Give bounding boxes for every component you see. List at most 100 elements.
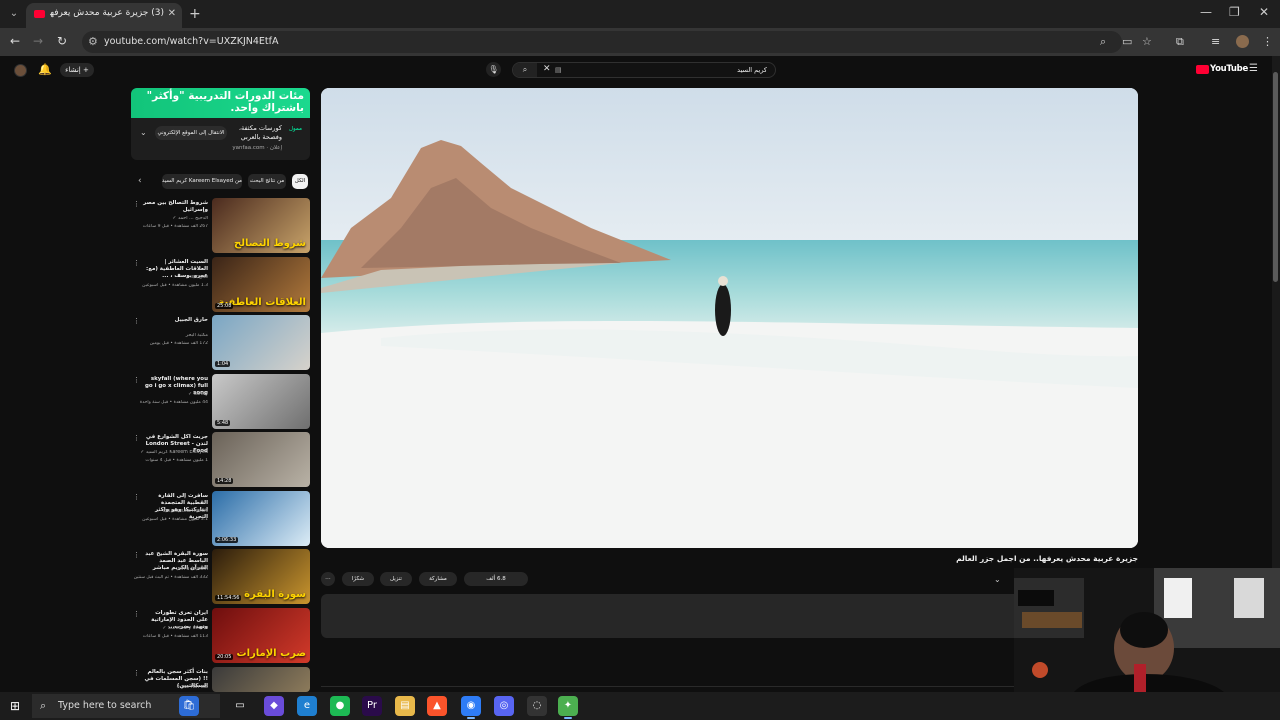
sponsored-ad[interactable]: مئات الدورات التدريبية "وأكثر" باشتراك و…	[131, 88, 310, 160]
create-button[interactable]: إنشاء +	[60, 63, 94, 77]
more-options-icon[interactable]: ⋮	[133, 200, 140, 208]
extensions-icon[interactable]: ⧉	[1176, 35, 1184, 49]
chip-all[interactable]: الكل	[292, 174, 308, 189]
tab-close-icon[interactable]: ✕	[168, 8, 176, 19]
more-options-icon[interactable]: ⋮	[133, 317, 140, 325]
recommendation-channel[interactable]: sandy ✓	[138, 392, 208, 397]
voice-search-icon[interactable]: 🎙	[486, 62, 501, 77]
more-options-icon[interactable]: ⋮	[133, 669, 140, 677]
edge-icon[interactable]: e	[297, 696, 317, 716]
discord-icon[interactable]: ◎	[494, 696, 514, 716]
more-options-icon[interactable]: ⋮	[133, 610, 140, 618]
zoom-icon[interactable]: ⌕	[1100, 35, 1106, 49]
recommendation-thumbnail[interactable]: 5:48	[212, 374, 310, 429]
recommendation-channel[interactable]: Kareem Elsayed كريم السيد ✓	[138, 450, 208, 455]
brave-icon[interactable]: ▲	[427, 696, 447, 716]
task-view-icon[interactable]: ▭	[230, 696, 250, 716]
chip-search-results[interactable]: من نتائج البحث	[248, 174, 286, 189]
recommendation-item[interactable]: 2:06:33 ⋮ سافرت إلى القارة القطبية المتجمد…	[131, 491, 311, 547]
search-icon[interactable]: ⌕	[513, 63, 537, 77]
chevron-down-icon[interactable]: ⌄	[140, 128, 147, 137]
recommendation-item[interactable]: 5:48 ⋮ skyfall (where you go i go x climax…	[131, 374, 311, 430]
recommendation-item[interactable]: سورة البقرة 11:54:56 ⋮ سورة البقرة الشيخ عب…	[131, 549, 311, 605]
more-options-icon[interactable]: ⋮	[133, 434, 140, 442]
recommendation-title[interactable]: حارق الجبيل	[142, 317, 208, 324]
description-box[interactable]	[321, 594, 1021, 638]
bookmark-star-icon[interactable]: ☆	[1142, 35, 1152, 48]
store-icon[interactable]: 🛍	[179, 696, 199, 716]
recommendation-thumbnail[interactable]: 14:28	[212, 432, 310, 487]
chrome-icon[interactable]: ◉	[461, 696, 481, 719]
cast-icon[interactable]: ▭	[1122, 35, 1132, 48]
account-avatar[interactable]	[14, 64, 27, 77]
recommendation-channel[interactable]: مكتبة البحر	[138, 333, 208, 338]
more-actions-button[interactable]: ⋯	[321, 572, 335, 586]
maximize-icon[interactable]: ❐	[1229, 5, 1240, 19]
youtube-logo-text[interactable]: YouTube	[1210, 64, 1248, 74]
youtube-logo-icon[interactable]	[1196, 65, 1209, 74]
ad-banner[interactable]: مئات الدورات التدريبية "وأكثر" باشتراك و…	[131, 88, 310, 118]
explorer-icon[interactable]: ▤	[395, 696, 415, 716]
recommendation-item[interactable]: ⋮ بنات أكثر سجن بالعالم !! (سجن المسلمات …	[131, 667, 311, 692]
recommendation-thumbnail[interactable]: 1:04	[212, 315, 310, 370]
chip-scroll-left-icon[interactable]: ‹	[138, 176, 142, 186]
share-button[interactable]: مشاركة	[419, 572, 457, 586]
guide-menu-icon[interactable]: ☰	[1249, 63, 1258, 74]
obs-icon[interactable]: ◌	[527, 696, 547, 716]
download-button[interactable]: تنزيل	[380, 572, 412, 586]
tab-search-icon[interactable]: ⌄	[6, 6, 22, 22]
browser-tab-active[interactable]: (3) جزيرة عربية محدش يعرفها.. من ✕	[26, 3, 182, 28]
minimize-icon[interactable]: —	[1200, 5, 1212, 19]
search-input[interactable]: كريم السيد	[737, 66, 767, 74]
browser-profile-avatar[interactable]	[1236, 35, 1249, 48]
forward-icon[interactable]: →	[33, 34, 43, 48]
taskbar-search-input[interactable]: Type here to search	[58, 700, 151, 711]
more-options-icon[interactable]: ⋮	[133, 551, 140, 559]
recommendation-channel[interactable]: Joe HaTTab ✓	[138, 685, 208, 690]
recommendation-channel[interactable]: الدحيح ... احمد ✓	[138, 216, 208, 221]
photo-icon[interactable]: ✦	[558, 696, 578, 719]
notifications-bell-icon[interactable]: 🔔	[38, 63, 52, 76]
copilot-icon[interactable]: ◆	[264, 696, 284, 716]
close-window-icon[interactable]: ✕	[1259, 5, 1269, 19]
recommendation-item[interactable]: 14:28 ⋮ جربت اكل الشوارع في لندن - London …	[131, 432, 311, 488]
recommendation-item[interactable]: العلاقات العاطفية 25:08 ⋮ السيت العشائر | ا…	[131, 257, 311, 313]
clear-search-icon[interactable]: ✕	[543, 64, 551, 74]
chip-from-channel[interactable]: من Kareem Elsayed كريم السيد	[162, 174, 242, 189]
recommendation-thumbnail[interactable]: 2:06:33	[212, 491, 310, 546]
recommendation-thumbnail[interactable]	[212, 667, 310, 692]
recommendation-thumbnail[interactable]: سورة البقرة 11:54:56	[212, 549, 310, 604]
recommendation-thumbnail[interactable]: ضرب الإمارات 20:05	[212, 608, 310, 663]
recommendation-item[interactable]: ضرب الإمارات 20:05 ⋮ ايران تعرى تطورات على …	[131, 608, 311, 664]
thanks-button[interactable]: شكرًا	[342, 572, 374, 586]
more-options-icon[interactable]: ⋮	[133, 376, 140, 384]
browser-menu-icon[interactable]: ⋮	[1262, 35, 1273, 48]
keyboard-icon[interactable]: ▤	[555, 66, 562, 74]
page-scrollbar-thumb[interactable]	[1273, 72, 1278, 282]
recommendation-channel[interactable]: Fm a Muslim ✓	[138, 567, 208, 572]
address-bar[interactable]: ⚙ youtube.com/watch?v=UXZKJN4EtfA ⌕ ▭ ☆	[82, 31, 1152, 53]
recommendation-item[interactable]: 1:04 ⋮ حارق الجبيل مكتبة البحر 172 ألف مشاهد…	[131, 315, 311, 371]
recommendation-channel[interactable]: Mogdo ✓	[138, 275, 208, 280]
media-control-icon[interactable]: ≡	[1211, 35, 1220, 48]
site-info-icon[interactable]: ⚙	[88, 35, 98, 48]
recommendation-item[interactable]: شروط التصالح ⋮ شروط التصالح بين مصر وإسرائ…	[131, 198, 311, 254]
windows-start-icon[interactable]: ⊞	[10, 699, 20, 713]
premiere-icon[interactable]: Pr	[362, 696, 382, 716]
recommendation-title[interactable]: شروط التصالح بين مصر وإسرائيل	[142, 200, 208, 214]
ad-visit-site-button[interactable]: الانتقال إلى الموقع الإلكتروني	[155, 126, 227, 140]
like-dislike-button[interactable]: 6.8 ألف	[464, 572, 528, 586]
spotify-icon[interactable]: ●	[330, 696, 350, 716]
reload-icon[interactable]: ↻	[57, 34, 67, 48]
recommendation-thumbnail[interactable]: شروط التصالح	[212, 198, 310, 253]
video-player[interactable]	[321, 88, 1138, 548]
recommendation-thumbnail[interactable]: العلاقات العاطفية 25:08	[212, 257, 310, 312]
search-box[interactable]: ⌕ ✕ ▤ كريم السيد	[512, 62, 776, 78]
recommendation-channel[interactable]: Ibn Hattuta Travels ✓	[138, 509, 208, 514]
recommendation-channel[interactable]: Summary Shorts ✓	[138, 626, 208, 631]
more-options-icon[interactable]: ⋮	[133, 259, 140, 267]
subscribe-chevron-icon[interactable]: ⌄	[994, 575, 1001, 584]
more-options-icon[interactable]: ⋮	[133, 493, 140, 501]
new-tab-button[interactable]: +	[189, 6, 201, 22]
back-icon[interactable]: ←	[10, 34, 20, 48]
